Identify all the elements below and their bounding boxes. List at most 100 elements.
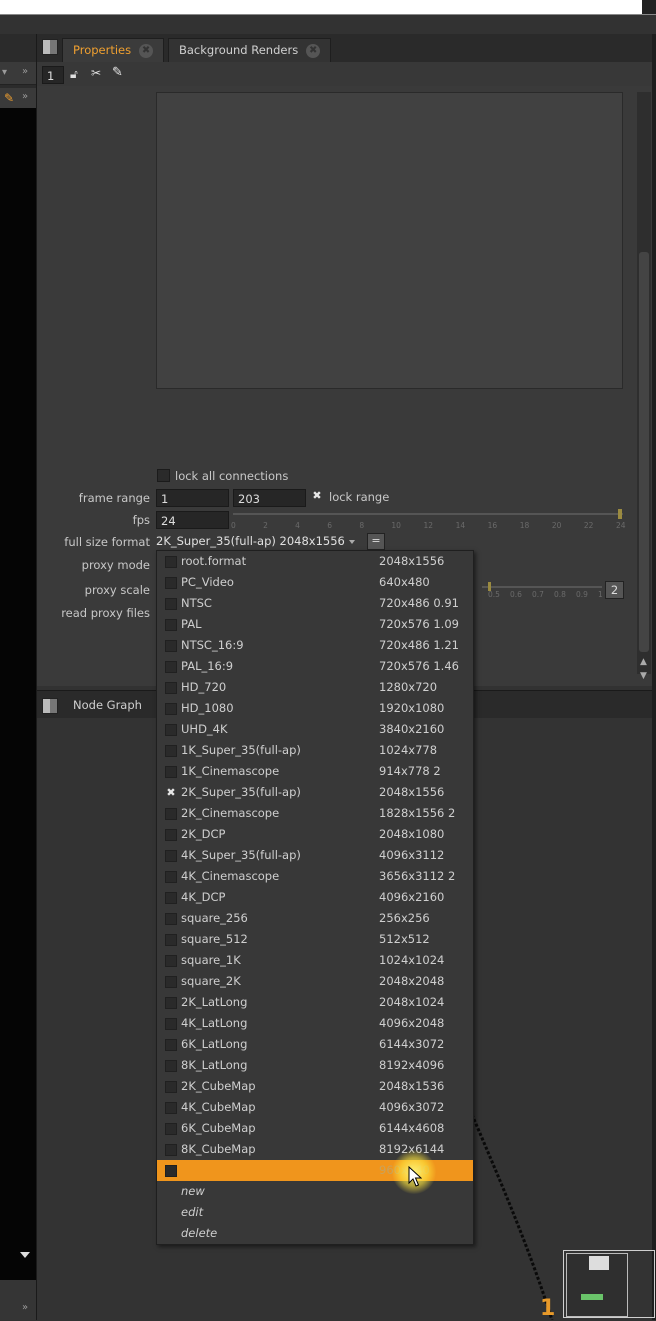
left-header: ▾ » bbox=[0, 62, 36, 85]
format-menu-item[interactable]: 1K_Cinemascope 914x778 2 bbox=[157, 761, 473, 782]
fps-tick-label: 22 bbox=[583, 521, 594, 530]
format-menu-item[interactable]: 6K_CubeMap 6144x4608 bbox=[157, 1118, 473, 1139]
fps-tick-label: 8 bbox=[359, 521, 365, 530]
disconnect-icon[interactable]: ✂ bbox=[91, 66, 101, 80]
format-item-checkbox[interactable] bbox=[165, 598, 177, 610]
format-menu-item[interactable]: 1K_Super_35(full-ap) 1024x778 bbox=[157, 740, 473, 761]
format-menu-item[interactable]: PAL 720x576 1.09 bbox=[157, 614, 473, 635]
format-menu-item[interactable]: square_1K 1024x1024 bbox=[157, 950, 473, 971]
format-item-checkbox[interactable] bbox=[165, 640, 177, 652]
format-item-checkbox[interactable] bbox=[165, 850, 177, 862]
format-item-checkbox[interactable] bbox=[165, 556, 177, 568]
dropdown-arrow-icon[interactable]: ▾ bbox=[2, 67, 7, 78]
format-item-checkbox[interactable] bbox=[165, 934, 177, 946]
format-item-checkbox[interactable] bbox=[165, 1060, 177, 1072]
format-item-checkbox[interactable] bbox=[165, 577, 177, 589]
check-x-icon[interactable]: ✖ bbox=[311, 490, 323, 502]
scroll-down-icon[interactable]: ▼ bbox=[640, 671, 647, 681]
format-item-checkbox[interactable] bbox=[165, 892, 177, 904]
format-menu-item[interactable]: 4K_CubeMap 4096x3072 bbox=[157, 1097, 473, 1118]
chevron-down-icon[interactable]: » bbox=[22, 1302, 28, 1313]
panel-float-icon[interactable] bbox=[42, 39, 58, 55]
format-item-checkbox[interactable] bbox=[165, 976, 177, 988]
tab-properties[interactable]: Properties ✖ bbox=[62, 38, 165, 62]
tab-close-icon[interactable]: ✖ bbox=[139, 43, 154, 58]
format-item-checkbox[interactable] bbox=[165, 1102, 177, 1114]
format-menu-item[interactable]: 2K_LatLong 2048x1024 bbox=[157, 992, 473, 1013]
format-menu-item[interactable]: 4K_LatLong 4096x2048 bbox=[157, 1013, 473, 1034]
edit-pencil-icon[interactable]: ✎ bbox=[4, 91, 14, 105]
format-menu-item[interactable]: HD_720 1280x720 bbox=[157, 677, 473, 698]
format-menu-delete-action[interactable]: delete bbox=[157, 1223, 473, 1244]
chevron-down-icon[interactable]: » bbox=[22, 66, 28, 77]
format-item-checkbox[interactable] bbox=[165, 808, 177, 820]
tab-close-icon[interactable]: ✖ bbox=[306, 43, 321, 58]
frame-range-end-input[interactable]: 203 bbox=[233, 489, 306, 507]
format-item-checkbox[interactable] bbox=[165, 619, 177, 631]
lock-all-connections-checkbox[interactable] bbox=[157, 469, 170, 482]
format-menu-item[interactable]: 4K_Super_35(full-ap) 4096x3112 bbox=[157, 845, 473, 866]
format-menu-item[interactable]: square_256 256x256 bbox=[157, 908, 473, 929]
format-item-checkbox[interactable] bbox=[165, 997, 177, 1009]
format-item-checkbox[interactable] bbox=[165, 1018, 177, 1030]
properties-scrollbar[interactable] bbox=[637, 92, 651, 674]
format-menu-item[interactable]: 8K_LatLong 8192x4096 bbox=[157, 1055, 473, 1076]
format-item-checkbox[interactable] bbox=[165, 1081, 177, 1093]
format-item-checkbox[interactable] bbox=[165, 829, 177, 841]
format-item-resolution: 3656x3112 2 bbox=[379, 869, 456, 883]
format-menu-item[interactable]: 2K_Cinemascope 1828x1556 2 bbox=[157, 803, 473, 824]
format-item-name: 4K_Super_35(full-ap) bbox=[181, 848, 301, 862]
format-menu-item[interactable]: 6K_LatLong 6144x3072 bbox=[157, 1034, 473, 1055]
proxy-scale-value[interactable]: 2 bbox=[605, 581, 624, 599]
proxy-scale-slider[interactable]: 0.5 0.6 0.7 0.8 0.9 1 bbox=[482, 582, 624, 599]
format-item-checkbox[interactable] bbox=[165, 724, 177, 736]
scroll-up-icon[interactable]: ▲ bbox=[640, 657, 647, 667]
format-menu-item[interactable]: root.format 2048x1556 bbox=[157, 551, 473, 572]
format-item-checkbox[interactable] bbox=[165, 1165, 177, 1177]
format-menu-item[interactable]: 4K_DCP 4096x2160 bbox=[157, 887, 473, 908]
format-item-checkbox[interactable] bbox=[165, 871, 177, 883]
format-item-checkbox[interactable] bbox=[165, 1039, 177, 1051]
fps-input[interactable]: 24 bbox=[156, 511, 229, 529]
format-eq-button[interactable]: = bbox=[367, 533, 385, 550]
lock-icon[interactable]: 🔓︎ bbox=[70, 67, 78, 82]
edit-pencil-icon[interactable]: ✎ bbox=[112, 65, 123, 80]
format-menu-item[interactable]: NTSC 720x486 0.91 bbox=[157, 593, 473, 614]
viewer-canvas[interactable] bbox=[0, 108, 36, 1280]
lock-range-label: lock range bbox=[329, 490, 390, 504]
node-graph-minimap[interactable] bbox=[563, 1250, 655, 1318]
format-menu-item[interactable]: 2K_DCP 2048x1080 bbox=[157, 824, 473, 845]
fps-slider[interactable]: 0 2 4 6 8 10 12 14 16 18 20 22 24 bbox=[231, 509, 626, 531]
panel-float-icon[interactable] bbox=[42, 698, 58, 714]
format-item-checkbox[interactable] bbox=[165, 661, 177, 673]
dropdown-arrow-icon[interactable] bbox=[20, 1252, 30, 1258]
format-item-checkbox[interactable] bbox=[165, 682, 177, 694]
format-menu-item[interactable]: 2K_CubeMap 2048x1536 bbox=[157, 1076, 473, 1097]
format-item-checkbox[interactable] bbox=[165, 1144, 177, 1156]
format-item-checkbox[interactable] bbox=[165, 1123, 177, 1135]
fps-slider-handle[interactable] bbox=[618, 509, 622, 519]
format-item-checkbox[interactable] bbox=[165, 913, 177, 925]
format-item-checkbox[interactable] bbox=[165, 745, 177, 757]
format-item-name: NTSC bbox=[181, 596, 212, 610]
format-item-checkbox[interactable] bbox=[165, 766, 177, 778]
format-menu-item[interactable]: square_512 512x512 bbox=[157, 929, 473, 950]
format-menu-item[interactable]: NTSC_16:9 720x486 1.21 bbox=[157, 635, 473, 656]
format-menu-item[interactable]: PC_Video 640x480 bbox=[157, 572, 473, 593]
format-menu-item[interactable]: 4K_Cinemascope 3656x3112 2 bbox=[157, 866, 473, 887]
format-item-resolution: 4096x3112 bbox=[379, 848, 445, 862]
chevron-down-icon[interactable]: » bbox=[22, 91, 28, 102]
full-size-format-combo[interactable]: 2K_Super_35(full-ap) 2048x1556 bbox=[156, 532, 366, 550]
max-panels-field[interactable]: 1 bbox=[42, 66, 64, 84]
format-menu-item[interactable]: square_2K 2048x2048 bbox=[157, 971, 473, 992]
format-menu-item[interactable]: ✖ 2K_Super_35(full-ap) 2048x1556 bbox=[157, 782, 473, 803]
tab-node-graph[interactable]: Node Graph bbox=[73, 698, 142, 712]
format-menu-item[interactable]: UHD_4K 3840x2160 bbox=[157, 719, 473, 740]
format-item-checkbox[interactable] bbox=[165, 955, 177, 967]
format-menu-item[interactable]: HD_1080 1920x1080 bbox=[157, 698, 473, 719]
format-menu-edit-action[interactable]: edit bbox=[157, 1202, 473, 1223]
format-menu-item[interactable]: PAL_16:9 720x576 1.46 bbox=[157, 656, 473, 677]
format-item-checkbox[interactable] bbox=[165, 703, 177, 715]
tab-background-renders[interactable]: Background Renders ✖ bbox=[168, 38, 332, 62]
frame-range-start-input[interactable]: 1 bbox=[156, 489, 229, 507]
